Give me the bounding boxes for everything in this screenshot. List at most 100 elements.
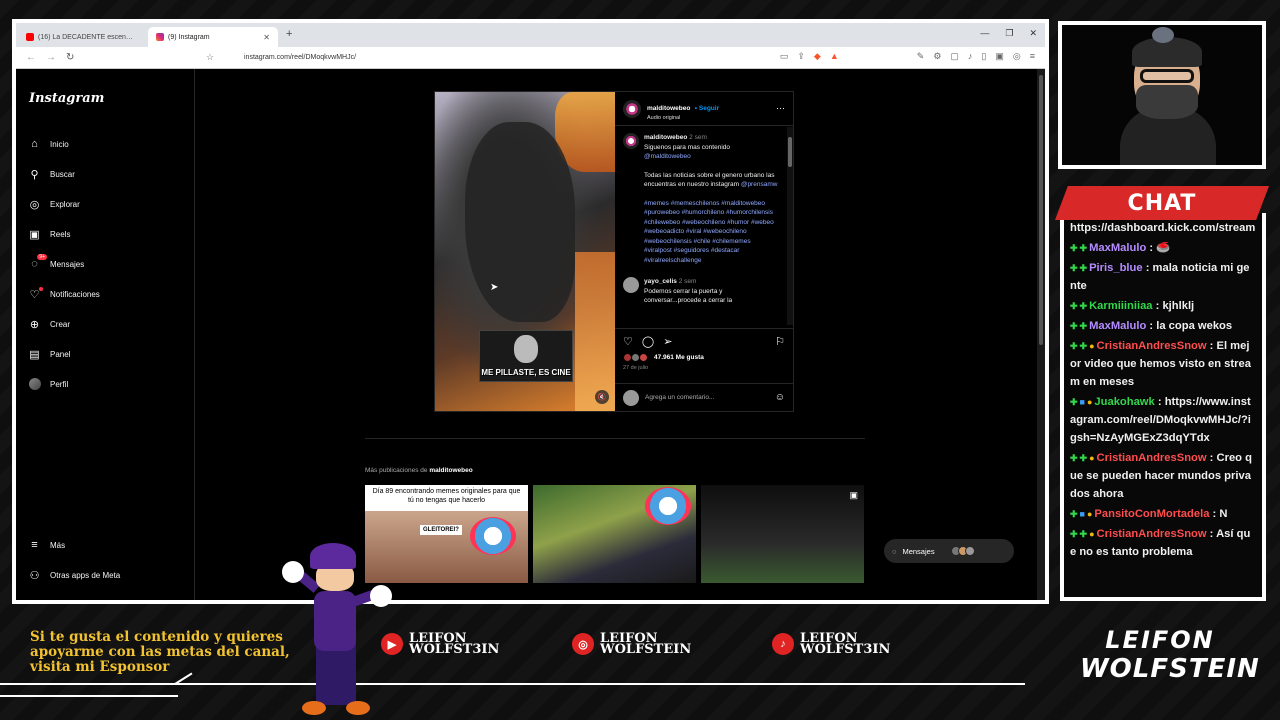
chat-title: CHAT (1055, 186, 1269, 220)
kick-badge-icon: ✚ (1070, 263, 1078, 273)
sidebar-icon[interactable]: ▯ (981, 51, 986, 62)
nav-item-explorar[interactable]: ◎ Explorar (28, 189, 188, 219)
instagram-logo[interactable]: Instagram (29, 91, 104, 106)
comment-icon[interactable]: ◯ (642, 335, 654, 348)
more-posts-heading: Más publicaciones de malditowebeo (365, 467, 473, 474)
chat-username[interactable]: CristianAndresSnow (1097, 340, 1207, 352)
like-icon[interactable]: ♡ (623, 335, 633, 348)
tab-manager-icon[interactable]: ▢ (950, 51, 959, 62)
close-tab-icon[interactable]: ✕ (263, 33, 270, 42)
mention-link[interactable]: @prensamw (741, 181, 778, 188)
forward-icon[interactable]: → (46, 52, 56, 63)
meme-caption: ME PILLASTE, ES CINE (481, 368, 571, 377)
chat-username[interactable]: MaxMalulo (1089, 242, 1146, 254)
hashtags[interactable]: #memes #memeschilenos #malditowebeo #pur… (644, 199, 779, 266)
chat-username[interactable]: PansitoConMortadela (1094, 508, 1209, 520)
chat-message: ✚ ■ ● PansitoConMortadela : N (1070, 505, 1256, 523)
minimize-icon[interactable]: — (980, 28, 989, 39)
my-avatar (623, 389, 639, 406)
author-name[interactable]: malditowebeo (647, 105, 690, 112)
chat-message: ✚ ✚ Karmiiiniiaa : kjhlklj (1070, 297, 1256, 315)
grid-post[interactable] (533, 485, 696, 583)
chat-username[interactable]: MaxMalulo (1089, 320, 1146, 332)
address-bar[interactable]: ☆ instagram.com/reel/DMoqkvwMHJc/ (206, 50, 726, 65)
comment-author[interactable]: yayo_celis (644, 278, 677, 285)
kick-badge-icon: ✚ (1070, 453, 1078, 463)
social-tiktok: ♪ LEIFON WOLFST3IN (772, 632, 890, 656)
social-youtube: ▶ LEIFON WOLFST3IN (381, 632, 499, 656)
commenter-avatar[interactable] (623, 277, 639, 293)
tab-youtube[interactable]: (16) La DECADENTE escena de los ilustres (18, 27, 144, 47)
add-comment-input[interactable]: Agrega un comentario... (645, 394, 714, 401)
nav-item-reels[interactable]: ▣ Reels (28, 219, 188, 249)
caption-author[interactable]: malditowebeo (644, 134, 687, 141)
messages-pill[interactable]: ◌ Mensajes (884, 539, 1014, 563)
nav-item-notificaciones[interactable]: ♡ Notificaciones (28, 279, 188, 309)
screen-icon[interactable]: ▭ (780, 51, 789, 62)
page-scrollbar[interactable] (1037, 69, 1045, 600)
channel-logo: LEIFON WOLFSTEIN (1080, 626, 1259, 684)
mention-link[interactable]: @malditowebeo (644, 152, 779, 162)
messenger-icon: ◌ (892, 546, 897, 556)
subscriber-badge-icon: ● (1086, 509, 1093, 519)
nav-item-inicio[interactable]: ⌂ Inicio (28, 129, 188, 159)
nav-item-perfil[interactable]: Perfil (28, 369, 188, 399)
close-window-icon[interactable]: ✕ (1029, 28, 1037, 39)
tab-instagram[interactable]: (9) Instagram ✕ (148, 27, 278, 47)
nav-item-crear[interactable]: ⊕ Crear (28, 309, 188, 339)
restore-icon[interactable]: ❐ (1005, 28, 1013, 39)
author-avatar[interactable] (623, 99, 641, 118)
chat-username[interactable]: CristianAndresSnow (1097, 452, 1207, 464)
reload-icon[interactable]: ↻ (66, 52, 74, 63)
extensions-icon[interactable]: ⚙ (933, 51, 941, 62)
kick-badge-icon: ✚ (1079, 453, 1088, 463)
chat-username[interactable]: Karmiiiniiaa (1089, 300, 1152, 312)
more-posts-user[interactable]: malditowebeo (429, 467, 472, 474)
brave-shield-icon[interactable]: ◆ (814, 51, 821, 62)
vpn-icon[interactable]: ◎ (1013, 51, 1021, 62)
nav-item-mas[interactable]: ≡ Más (28, 530, 188, 560)
bookmark-icon[interactable]: ☆ (206, 52, 214, 63)
mute-icon[interactable]: 🔇 (595, 390, 609, 404)
post-sidebar: malditowebeo • Seguir Audio original ⋯ m… (615, 92, 793, 411)
video-fire (575, 252, 615, 411)
comments-scrollbar[interactable] (787, 127, 793, 325)
more-posts-prefix: Más publicaciones de (365, 467, 428, 474)
author-avatar[interactable] (623, 133, 639, 149)
more-options-icon[interactable]: ⋯ (776, 103, 785, 114)
chat-message: ✚ ✚ ● CristianAndresSnow : Así que no es ta… (1070, 525, 1256, 561)
youtube-icon (26, 33, 34, 41)
pin-icon[interactable]: ✎ (917, 51, 925, 62)
nav-item-panel[interactable]: ▤ Panel (28, 339, 188, 369)
nav-item-buscar[interactable]: ⚲ Buscar (28, 159, 188, 189)
ig-nav: ⌂ Inicio ⚲ Buscar ◎ Explorar ▣ Reels ◌ 9… (28, 129, 188, 399)
kick-badge-icon: ✚ (1079, 263, 1088, 273)
save-icon[interactable]: ⚐ (775, 335, 785, 348)
nav-label: Notificaciones (50, 289, 100, 299)
meme-face (514, 335, 538, 363)
follow-button[interactable]: • Seguir (695, 105, 719, 112)
heart-icon: ♡ (28, 286, 43, 301)
subscriber-badge-icon: ● (1086, 397, 1093, 407)
nav-label: Perfil (50, 379, 69, 389)
new-tab-button[interactable]: + (286, 28, 292, 40)
grid-post[interactable]: ▣ (701, 485, 864, 583)
chat-username[interactable]: Piris_blue (1089, 262, 1142, 274)
kick-badge-icon: ✚ (1079, 341, 1088, 351)
music-icon[interactable]: ♪ (968, 51, 973, 62)
brave-rewards-icon[interactable]: ▲ (830, 51, 839, 62)
plus-icon: ⊕ (29, 318, 40, 331)
menu-icon[interactable]: ≡ (1030, 51, 1035, 62)
emoji-icon[interactable]: ☺ (775, 392, 785, 403)
chat-username[interactable]: CristianAndresSnow (1097, 528, 1207, 540)
reel-video[interactable]: ME PILLASTE, ES CINE ➤ 🔇 (435, 92, 615, 411)
back-icon[interactable]: ← (26, 52, 36, 63)
share-icon[interactable]: ⇪ (797, 51, 805, 62)
share-icon[interactable]: ➢ (663, 335, 672, 348)
likes-row[interactable]: 47.961 Me gusta (623, 353, 785, 362)
nav-item-mensajes[interactable]: ◌ 9+ Mensajes (28, 249, 188, 279)
wallet-icon[interactable]: ▣ (995, 51, 1004, 62)
audio-label[interactable]: Audio original (647, 115, 719, 121)
chat-username[interactable]: Juakohawk (1094, 396, 1154, 408)
nav-item-meta-apps[interactable]: ⚇ Otras apps de Meta (28, 560, 188, 590)
